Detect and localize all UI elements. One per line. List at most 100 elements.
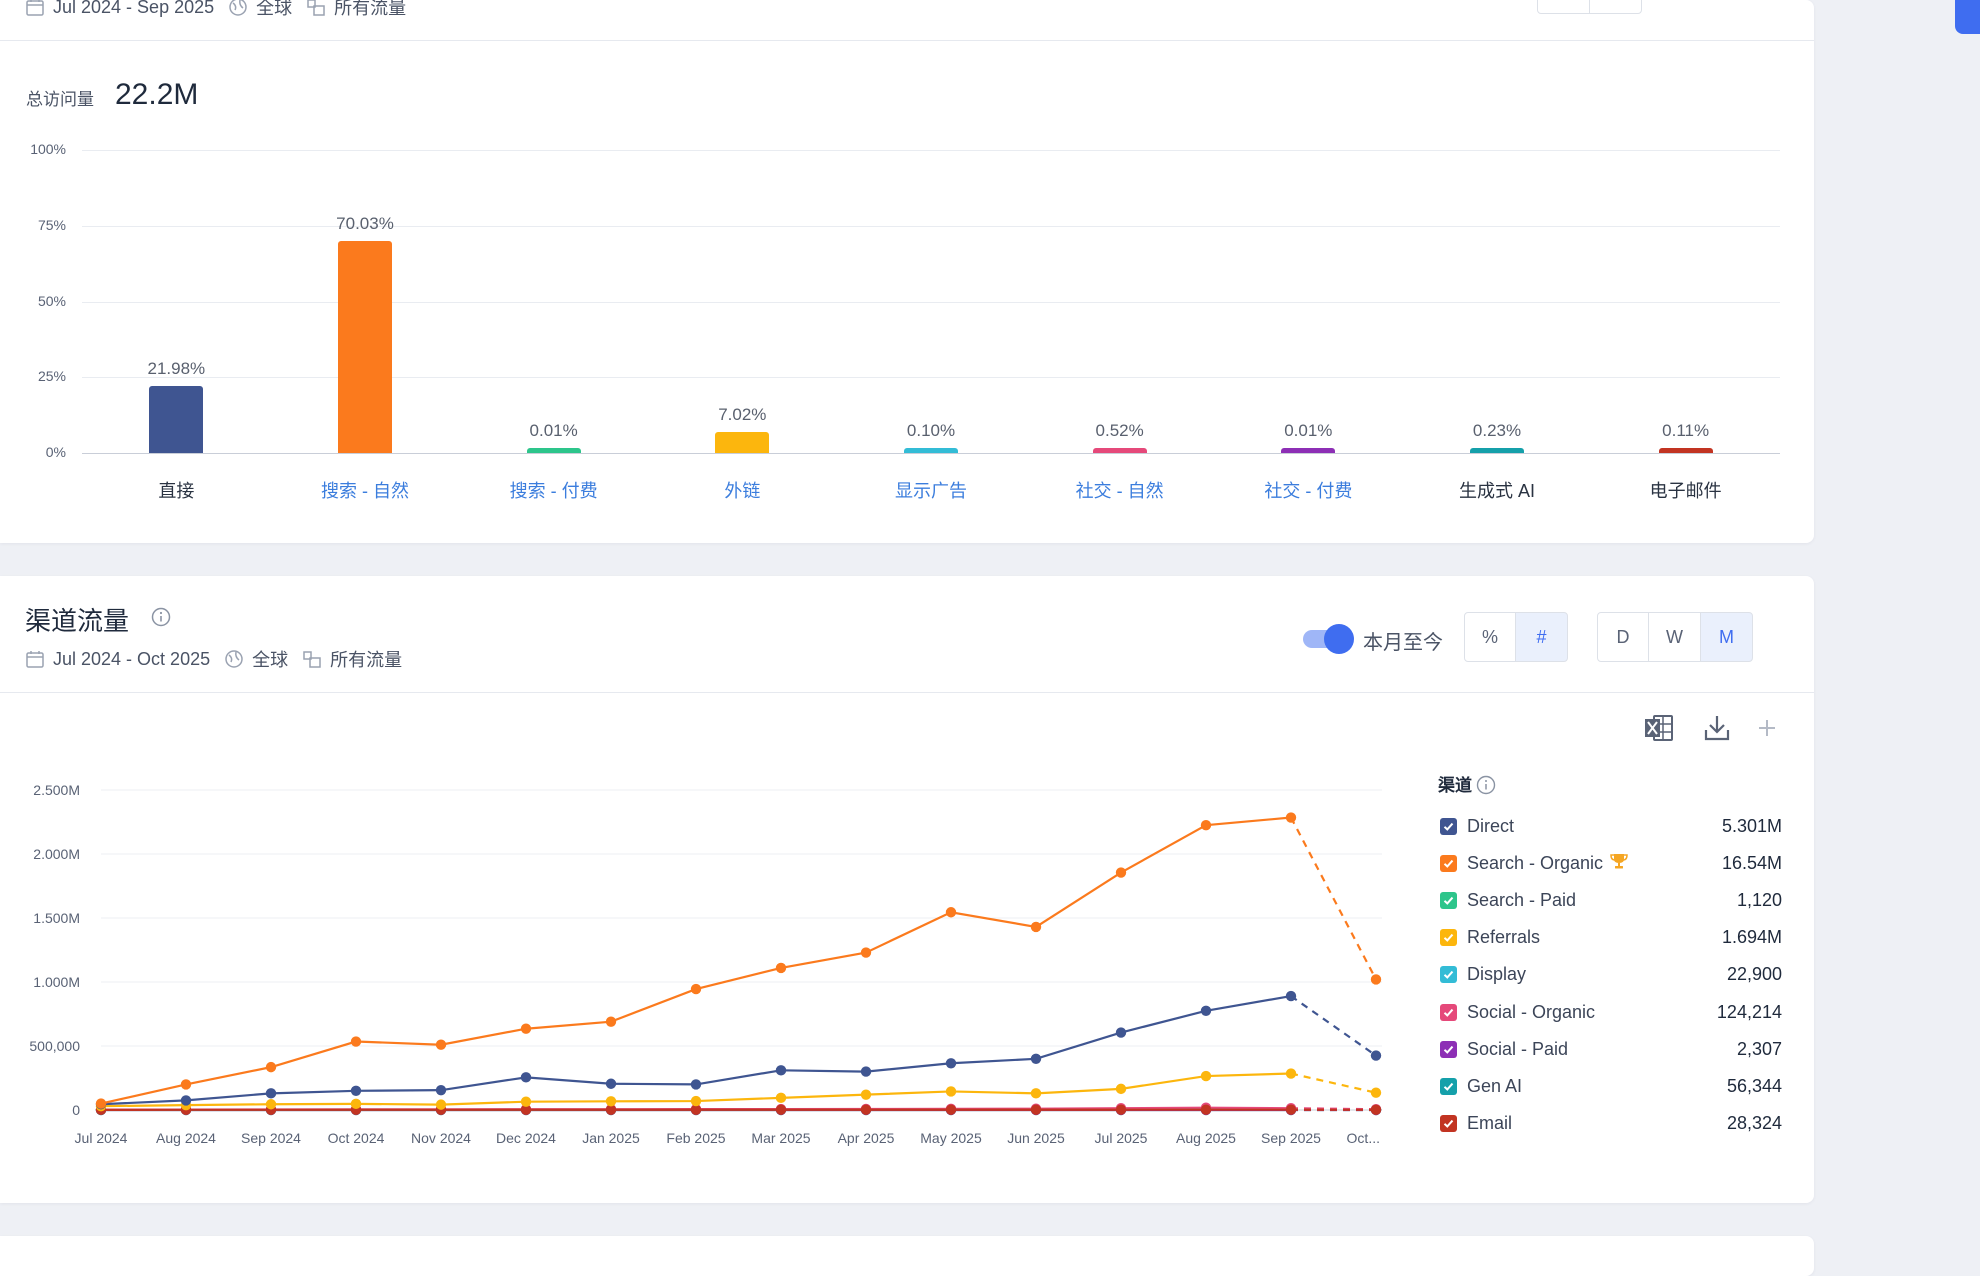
bar-0[interactable] — [149, 386, 203, 453]
top-traffic-type: 所有流量 — [334, 0, 406, 20]
legend-series-name: Direct — [1467, 816, 1514, 837]
bar-4[interactable] — [904, 448, 958, 453]
series-point — [1286, 1105, 1296, 1115]
plus-icon[interactable] — [1750, 711, 1784, 745]
series-point — [1116, 1105, 1126, 1115]
series-point — [691, 1096, 701, 1106]
download-icon[interactable] — [1700, 711, 1734, 745]
legend-item[interactable]: Social - Organic124,214 — [1440, 997, 1782, 1027]
series-point — [776, 1093, 786, 1103]
month-to-date-toggle-knob[interactable] — [1324, 624, 1354, 654]
granularity-day-button[interactable]: D — [1597, 612, 1649, 662]
line-x-tick: Oct... — [1347, 1130, 1380, 1146]
bar-category-label[interactable]: 搜索 - 自然 — [285, 477, 445, 503]
calendar-icon — [25, 649, 45, 669]
bar-value-label: 0.52% — [1060, 421, 1180, 441]
legend-checkbox[interactable] — [1440, 966, 1457, 983]
legend-item[interactable]: Social - Paid 2,307 — [1440, 1034, 1782, 1064]
granularity-month-button[interactable]: M — [1700, 612, 1753, 662]
bar-category-label: 电子邮件 — [1606, 477, 1766, 503]
series-point — [266, 1062, 276, 1072]
series-point — [521, 1072, 531, 1082]
channel-region: 全球 — [252, 646, 288, 672]
series-point — [691, 1079, 701, 1089]
series-point — [1201, 1006, 1211, 1016]
bar-value-label: 0.11% — [1626, 421, 1746, 441]
series-partial-line — [1291, 1074, 1376, 1093]
legend-checkbox[interactable] — [1440, 929, 1457, 946]
series-point — [861, 947, 871, 957]
bar-5[interactable] — [1093, 448, 1147, 453]
bar-category-label[interactable]: 外链 — [662, 477, 822, 503]
bar-6[interactable] — [1281, 448, 1335, 453]
series-point — [181, 1079, 191, 1089]
bar-1[interactable] — [338, 241, 392, 453]
legend-series-total: 124,214 — [1717, 1002, 1782, 1023]
legend-checkbox[interactable] — [1440, 1004, 1457, 1021]
month-to-date-label: 本月至今 — [1363, 626, 1443, 655]
series-line-search-organic — [101, 818, 1291, 1104]
series-point — [436, 1085, 446, 1095]
bar-7[interactable] — [1470, 448, 1524, 453]
bar-category-label[interactable]: 社交 - 自然 — [1040, 477, 1200, 503]
unit-count-button[interactable]: # — [1515, 612, 1568, 662]
info-icon[interactable] — [1476, 775, 1496, 795]
legend-item[interactable]: Direct5.301M — [1440, 811, 1782, 841]
unit-percent-button[interactable]: % — [1464, 612, 1516, 662]
legend-series-name: Social - Paid — [1467, 1039, 1568, 1060]
series-point — [96, 1098, 106, 1108]
series-point — [351, 1036, 361, 1046]
line-x-tick: Aug 2025 — [1176, 1130, 1236, 1146]
top-toolbar-button-right[interactable] — [1589, 0, 1642, 14]
info-icon[interactable] — [151, 607, 171, 627]
series-point — [1031, 1054, 1041, 1064]
bar-category-label[interactable]: 社交 - 付费 — [1228, 477, 1388, 503]
legend-series-total: 56,344 — [1727, 1076, 1782, 1097]
legend-checkbox[interactable] — [1440, 855, 1457, 872]
line-y-tick: 500,000 — [29, 1038, 80, 1054]
series-point — [1371, 1105, 1381, 1115]
legend-series-name: Search - Paid — [1467, 890, 1576, 911]
bar-y-tick: 50% — [20, 293, 66, 309]
top-region: 全球 — [256, 0, 292, 20]
legend-series-name: Email — [1467, 1113, 1512, 1134]
legend-checkbox[interactable] — [1440, 1041, 1457, 1058]
granularity-week-button[interactable]: W — [1648, 612, 1701, 662]
series-point — [946, 1058, 956, 1068]
series-point — [691, 984, 701, 994]
legend-item[interactable]: Search - Paid1,120 — [1440, 885, 1782, 915]
legend-series-total: 2,307 — [1737, 1039, 1782, 1060]
legend-item[interactable]: Search - Organic16.54M — [1440, 848, 1782, 878]
legend-checkbox[interactable] — [1440, 1078, 1457, 1095]
bar-value-label: 21.98% — [116, 359, 236, 379]
bar-3[interactable] — [715, 432, 769, 453]
series-point — [1371, 1088, 1381, 1098]
legend-item[interactable]: Referrals1.694M — [1440, 923, 1782, 953]
legend-item[interactable]: Gen AI56,344 — [1440, 1071, 1782, 1101]
legend-item[interactable]: Display22,900 — [1440, 960, 1782, 990]
bar-category-label[interactable]: 搜索 - 付费 — [474, 477, 634, 503]
legend-checkbox[interactable] — [1440, 818, 1457, 835]
line-x-tick: Aug 2024 — [156, 1130, 216, 1146]
bar-gridline — [82, 150, 1780, 151]
check-icon — [1442, 857, 1455, 870]
series-point — [1286, 991, 1296, 1001]
bar-value-label: 0.10% — [871, 421, 991, 441]
excel-export-icon[interactable] — [1642, 711, 1676, 745]
bar-8[interactable] — [1659, 448, 1713, 453]
line-x-tick: Nov 2024 — [411, 1130, 471, 1146]
top-toolbar-button-left[interactable] — [1537, 0, 1591, 14]
bar-category-label[interactable]: 显示广告 — [851, 477, 1011, 503]
bar-2[interactable] — [527, 448, 581, 453]
legend-series-total: 22,900 — [1727, 964, 1782, 985]
legend-series-name: Search - Organic — [1467, 853, 1603, 874]
series-point — [776, 963, 786, 973]
legend-checkbox[interactable] — [1440, 1115, 1457, 1132]
legend-checkbox[interactable] — [1440, 892, 1457, 909]
legend-item[interactable]: Email28,324 — [1440, 1109, 1782, 1139]
floating-help-button[interactable] — [1955, 0, 1980, 34]
series-point — [1116, 1027, 1126, 1037]
series-point — [861, 1089, 871, 1099]
series-point — [861, 1066, 871, 1076]
series-point — [436, 1099, 446, 1109]
